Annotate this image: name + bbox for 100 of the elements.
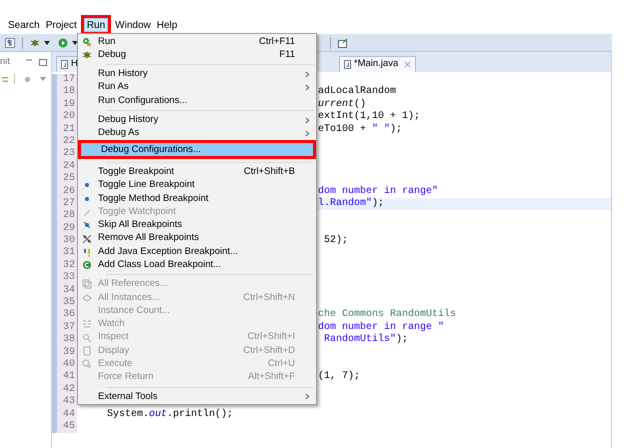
code-line: extInt(1,10 + 1); xyxy=(318,111,420,124)
menu-item[interactable]: Toggle Breakpoint Ctrl+Shift+B xyxy=(78,165,316,179)
code-line: System.out.println(); xyxy=(107,408,234,421)
menu-item-label: Inspect xyxy=(98,330,129,344)
menu-item-label: Watch xyxy=(98,317,125,332)
code-line: urrent() xyxy=(318,98,366,110)
line-number: 40 xyxy=(52,358,77,372)
close-icon[interactable] xyxy=(404,61,412,68)
line-number: 44 xyxy=(52,408,77,421)
menu-item-label: Run xyxy=(98,34,116,49)
line-number: 27 xyxy=(52,198,77,210)
menu-item[interactable]: Run Configurations... xyxy=(78,94,316,108)
menu-item[interactable]: Run As xyxy=(78,80,316,94)
java-file-icon xyxy=(61,60,68,69)
search-icon xyxy=(82,332,92,343)
menu-title[interactable]: Help xyxy=(154,18,180,32)
line-number: 41 xyxy=(52,371,77,384)
line-number: 29 xyxy=(52,222,77,236)
shortcut-label: Ctrl+Shift+I xyxy=(247,330,295,344)
line-number: 18 xyxy=(52,86,77,99)
instances-icon xyxy=(82,292,92,303)
menu-item-label: Add Class Load Breakpoint... xyxy=(98,258,222,272)
watch-icon xyxy=(82,319,92,330)
maximize-icon[interactable] xyxy=(39,58,47,66)
references-icon xyxy=(82,279,92,290)
menu-title[interactable]: Window xyxy=(113,18,153,32)
new-window-icon[interactable] xyxy=(338,38,348,48)
menu-item-label: Debug History xyxy=(98,113,158,128)
shortcut-label: F11 xyxy=(279,48,295,62)
execute-icon xyxy=(82,359,92,370)
menu-item-label: Display xyxy=(98,344,130,358)
menu-item-label: Toggle Method Breakpoint xyxy=(98,192,208,206)
menu-item[interactable]: Add Java Exception Breakpoint... xyxy=(78,245,316,258)
line-number: 36 xyxy=(52,309,77,322)
code-line: l.Random"); xyxy=(318,198,384,210)
code-line: adLocalRandom xyxy=(318,86,396,98)
shortcut-label: Ctrl+F11 xyxy=(259,34,295,49)
run-icon xyxy=(82,36,92,47)
menu-item[interactable]: Add Class Load Breakpoint... xyxy=(78,258,316,272)
line-number: 21 xyxy=(52,124,77,136)
menu-item[interactable]: External Tools xyxy=(78,390,316,404)
menu-item-label: All References... xyxy=(98,277,168,292)
line-number: 45 xyxy=(52,420,77,434)
line-number: 33 xyxy=(52,272,77,285)
line-number: 24 xyxy=(52,160,77,174)
slashed-dot-icon xyxy=(82,220,92,230)
code-line: dom number in range" xyxy=(318,186,438,198)
line-number: 20 xyxy=(52,111,77,124)
line-number: 37 xyxy=(52,322,77,334)
editor-tab[interactable]: *Main.java xyxy=(338,56,416,72)
line-number: 39 xyxy=(52,346,77,359)
bug-icon xyxy=(82,50,92,60)
exception-icon xyxy=(82,246,92,257)
menu-item-label: Run Configurations... xyxy=(98,94,188,108)
menu-item-label: External Tools xyxy=(98,390,158,404)
java-file-icon xyxy=(344,60,351,69)
shortcut-label: Ctrl+Shift+N xyxy=(243,290,295,305)
menu-item[interactable]: Debug Configurations... xyxy=(78,140,316,160)
line-number: 35 xyxy=(52,297,77,310)
menu-title[interactable]: Search xyxy=(6,18,42,32)
menu-item[interactable]: Debug History xyxy=(78,113,316,127)
menu-item[interactable]: Toggle Method Breakpoint xyxy=(78,192,316,206)
menu-item-label: Remove All Breakpoints xyxy=(98,231,199,246)
menu-title[interactable]: Project xyxy=(44,18,79,32)
menu-item-label: Execute xyxy=(98,357,132,372)
caret-icon[interactable] xyxy=(72,40,78,44)
shortcut-label: Alt+Shift+F xyxy=(248,370,295,384)
line-number: 43 xyxy=(52,396,77,409)
menu-item-label: Force Return xyxy=(98,370,154,384)
caret-icon[interactable] xyxy=(44,40,50,44)
line-number: 34 xyxy=(52,284,77,298)
menu-item-label: All Instances... xyxy=(98,290,160,305)
run-icon[interactable] xyxy=(58,38,68,48)
bug-icon[interactable] xyxy=(30,38,40,48)
line-number: 31 xyxy=(52,247,77,260)
menu-item[interactable]: Debug As xyxy=(78,126,316,140)
crossed-dots-icon xyxy=(82,234,92,244)
shortcut-label: Ctrl+U xyxy=(268,357,295,372)
menu-item[interactable]: Toggle Line Breakpoint xyxy=(78,178,316,192)
menu-item-label: Skip All Breakpoints xyxy=(98,218,182,232)
shortcut-label: Ctrl+Shift+B xyxy=(244,164,295,179)
menu-item[interactable]: Skip All Breakpoints xyxy=(78,218,316,232)
menu-item[interactable]: Remove All Breakpoints xyxy=(78,232,316,246)
pilcrow-icon[interactable] xyxy=(5,38,15,48)
menu-item[interactable]: Run Ctrl+F11 xyxy=(78,35,316,48)
class-icon xyxy=(82,260,92,270)
line-number: 23 xyxy=(52,148,77,161)
menu-item-label: Instance Count... xyxy=(98,304,170,318)
panel-tab[interactable]: nit xyxy=(0,54,10,70)
menu-item-label: Toggle Breakpoint xyxy=(98,164,174,179)
menu-item-label: Add Java Exception Breakpoint... xyxy=(98,244,238,259)
menu-item-label: Debug Configurations... xyxy=(101,142,201,157)
code-line: dom number in range " xyxy=(318,322,444,334)
menu-title[interactable]: Run xyxy=(80,15,112,35)
code-line: che Commons RandomUtils xyxy=(318,309,456,322)
menu-item-label: Debug xyxy=(98,48,126,62)
line-number: 28 xyxy=(52,210,77,223)
menu-item-label: Debug As xyxy=(98,126,140,140)
line-number: 32 xyxy=(52,260,77,272)
line-number: 19 xyxy=(52,98,77,112)
